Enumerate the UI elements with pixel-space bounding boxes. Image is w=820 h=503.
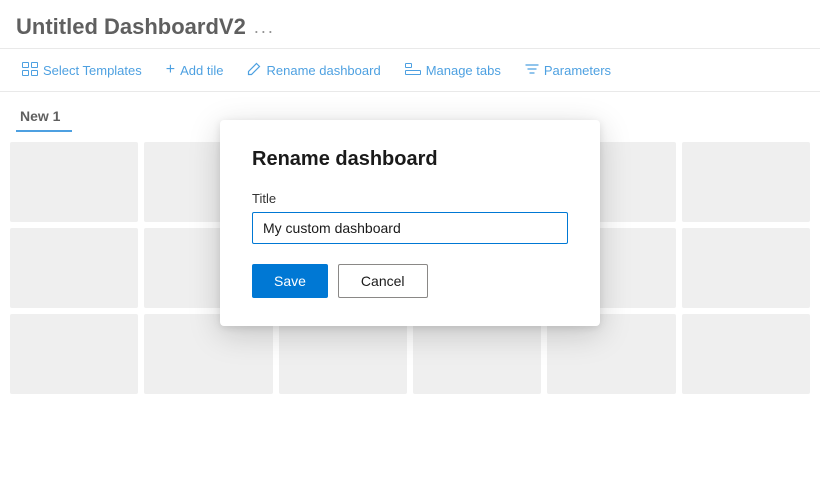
title-input[interactable]: [252, 212, 568, 244]
modal-actions: Save Cancel: [252, 264, 568, 298]
cancel-button[interactable]: Cancel: [338, 264, 428, 298]
modal-title: Rename dashboard: [252, 148, 568, 171]
modal-overlay: Rename dashboard Title Save Cancel: [0, 0, 820, 503]
save-button[interactable]: Save: [252, 264, 328, 298]
rename-modal: Rename dashboard Title Save Cancel: [220, 120, 600, 326]
modal-field-label: Title: [252, 191, 568, 206]
